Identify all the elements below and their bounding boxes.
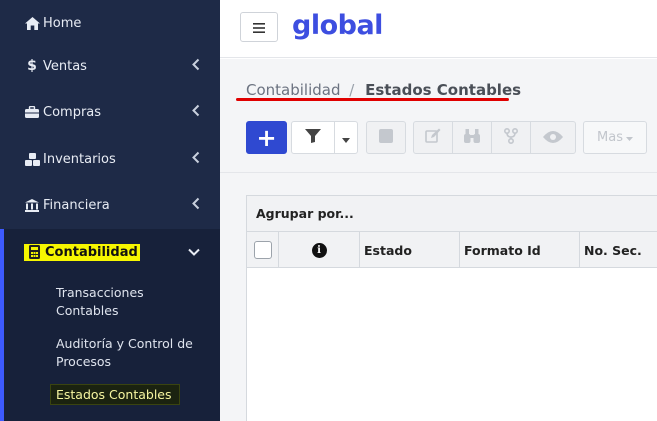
sidebar-item-label: Financiera [43, 197, 110, 213]
cubes-icon [24, 152, 40, 166]
code-branch-icon [503, 127, 519, 148]
submenu-item-estados-contables[interactable]: Estados Contables [56, 386, 206, 404]
chevron-left-icon[interactable] [192, 58, 200, 74]
sidebar-item-label: Contabilidad [45, 244, 138, 260]
filter-dropdown-button[interactable] [334, 121, 358, 154]
bank-icon [24, 198, 40, 212]
sidebar-item-label: Compras [43, 104, 102, 120]
caret-down-icon [625, 130, 633, 145]
sidebar-item-label: Inventarios [43, 151, 116, 167]
plus-icon: + [256, 123, 277, 152]
briefcase-icon [24, 106, 40, 118]
main-content: Contabilidad / Estados Contables + Mas A… [220, 59, 657, 421]
home-icon [24, 16, 40, 30]
contabilidad-highlight: Contabilidad [24, 243, 140, 261]
info-icon[interactable]: i [311, 242, 327, 258]
chevron-left-icon[interactable] [192, 197, 200, 213]
sidebar-item-financiera[interactable]: Financiera [0, 182, 220, 228]
menu-toggle-button[interactable] [240, 12, 278, 42]
column-header-formato-id[interactable]: Formato Id [460, 232, 580, 268]
column-header-no-sec[interactable]: No. Sec. [580, 232, 657, 268]
view-button[interactable] [530, 121, 576, 154]
calculator-icon [26, 245, 42, 259]
chevron-left-icon[interactable] [192, 151, 200, 167]
data-grid: Agrupar por... i Estado Formato Id No. S… [246, 195, 657, 421]
breadcrumb-parent[interactable]: Contabilidad [246, 81, 341, 99]
group-by-bar[interactable]: Agrupar por... [247, 196, 657, 232]
sidebar-item-label: Ventas [43, 58, 87, 74]
branch-button[interactable] [491, 121, 531, 154]
sidebar-item-inventarios[interactable]: Inventarios [0, 136, 220, 182]
square-icon [379, 128, 393, 147]
eye-icon [543, 128, 563, 147]
top-header: global [220, 0, 657, 58]
breadcrumb-current: Estados Contables [365, 81, 522, 99]
more-dropdown-button[interactable]: Mas [583, 121, 647, 154]
edit-icon [425, 128, 441, 148]
caret-down-icon [342, 128, 350, 147]
chevron-left-icon[interactable] [192, 104, 200, 120]
filter-icon [305, 128, 321, 147]
breadcrumb: Contabilidad / Estados Contables [246, 81, 521, 99]
chevron-down-icon[interactable] [188, 245, 200, 259]
select-all-cell [247, 232, 279, 268]
edit-button[interactable] [413, 121, 453, 154]
add-button[interactable]: + [246, 121, 287, 154]
column-header-estado[interactable]: Estado [360, 232, 460, 268]
sidebar-item-compras[interactable]: Compras [0, 89, 220, 135]
binoculars-icon [464, 128, 480, 147]
breadcrumb-separator: / [349, 81, 355, 99]
submenu-item-auditoria[interactable]: Auditoría y Control de Procesos [56, 335, 206, 371]
search-button[interactable] [452, 121, 492, 154]
submenu-item-transacciones-contables[interactable]: Transacciones Contables [56, 284, 206, 320]
sidebar: Home $ Ventas Compras Inventarios Financ… [0, 0, 220, 421]
select-all-checkbox[interactable] [253, 241, 272, 259]
sidebar-item-label: Home [43, 15, 82, 31]
info-column-header: i [279, 232, 360, 268]
filter-button[interactable] [291, 121, 335, 154]
grid-header-row: i Estado Formato Id No. Sec. [247, 232, 657, 268]
more-label: Mas [597, 130, 623, 145]
stop-button[interactable] [366, 121, 406, 154]
sidebar-item-ventas[interactable]: $ Ventas [0, 43, 220, 89]
annotation-underline [236, 98, 509, 101]
sidebar-item-contabilidad[interactable]: Contabilidad [0, 229, 220, 275]
toolbar-divider [220, 172, 657, 173]
sidebar-item-home[interactable]: Home [0, 0, 220, 46]
dollar-icon: $ [27, 58, 37, 74]
hamburger-icon [253, 18, 265, 37]
brand-logo[interactable]: global [292, 10, 383, 41]
